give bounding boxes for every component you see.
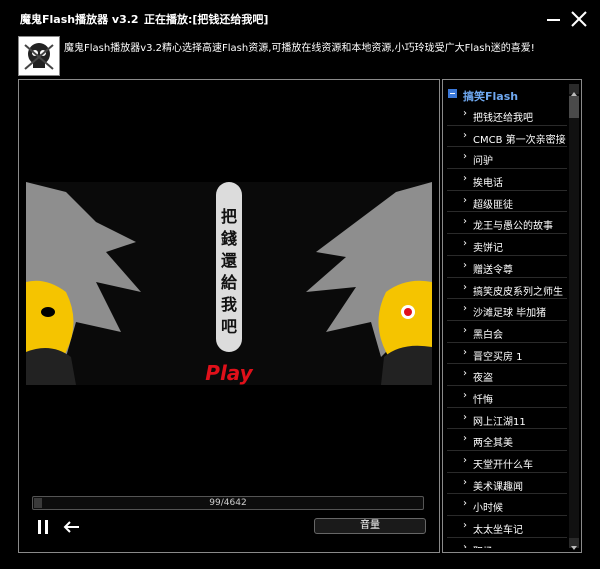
group-label: 搞笑Flash [463,90,519,103]
flash-stage: 把錢還給我吧 Play 99/4642 音量 [18,79,440,553]
flash-animation-frame: 把錢還給我吧 Play [26,182,432,385]
chevron-right-icon: › [463,238,467,250]
playlist-item[interactable]: › 挨电话 [447,169,567,191]
playlist-item[interactable]: › 沙滩足球 毕加猪 [447,299,567,321]
arrow-left-icon [63,521,79,533]
playlist-item[interactable]: › 把钱还给我吧 [447,104,567,126]
playlist-item-label: CMCB 第一次亲密接 [473,134,566,146]
chevron-right-icon: › [463,411,467,423]
playlist-item[interactable]: › 网上江湖11 [447,408,567,430]
playlist-item-label: 黑白会 [473,329,503,341]
playlist-item[interactable]: › 问驴 [447,147,567,170]
playlist-item-label: 忏悔 [473,394,493,406]
close-button[interactable] [570,10,588,28]
close-icon [571,11,587,27]
playlist-item[interactable]: › 职场rap [447,538,567,548]
playlist-item[interactable]: › 美术课趣闻 [447,473,567,495]
playlist: 搞笑Flash › 把钱还给我吧 › CMCB 第一次亲密接 › 问驴 › 挨电话 › 超级匪徒 ›… [447,84,567,548]
playlist-item[interactable]: › 夜盗 [447,364,567,386]
playlist-item[interactable]: › 忏悔 [447,386,567,408]
playlist-item-label: 天堂开什么车 [473,460,533,471]
playlist-item-label: 超级匪徒 [473,199,513,211]
playlist-item-label: 赠送令尊 [473,264,513,276]
chevron-right-icon: › [463,194,467,206]
playlist-item[interactable]: › 小时候 [447,494,567,517]
chevron-right-icon: › [463,476,467,488]
progress-bar[interactable]: 99/4642 [32,496,424,510]
volume-button[interactable]: 音量 [314,518,426,534]
playlist-item[interactable]: › 超级匪徒 [447,191,567,213]
playlist-item[interactable]: › 晋空买房 1 [447,343,567,365]
chevron-right-icon: › [463,368,467,380]
playlist-item[interactable]: › 太太坐车记 [447,516,567,538]
playlist-item-label: 美术课趣闻 [473,481,523,493]
chevron-right-icon: › [463,303,467,315]
minimize-button[interactable] [545,10,563,28]
playlist-item[interactable]: › 赠送令尊 [447,256,567,278]
playlist-panel: 搞笑Flash › 把钱还给我吧 › CMCB 第一次亲密接 › 问驴 › 挨电话 › 超级匪徒 ›… [442,79,582,553]
skull-logo-icon [18,36,60,76]
chevron-right-icon: › [463,108,467,119]
info-text: 魔鬼Flash播放器v3.2精心选择高速Flash资源,可播放在线资源和本地资源… [64,43,535,54]
playlist-item-label: 网上江湖11 [473,416,526,428]
playlist-item-label: 问驴 [473,156,493,168]
playlist-item-label: 太太坐车记 [473,525,523,537]
scroll-up-icon[interactable] [569,84,579,96]
playlist-item[interactable]: › 龙王与愚公的故事 [447,212,567,235]
control-panel: 99/4642 音量 [26,486,432,546]
playlist-item-label: 卖饼记 [473,243,503,255]
pause-button[interactable] [36,520,50,536]
playlist-item-label: 小时候 [473,503,503,515]
chevron-right-icon: › [463,498,467,510]
playlist-item-label: 龙王与愚公的故事 [473,221,553,233]
playlist-item[interactable]: › 天堂开什么车 [447,451,567,473]
playlist-item-label: 两全其美 [473,438,513,450]
chevron-right-icon: › [463,324,467,336]
pause-icon [38,520,41,534]
chevron-right-icon: › [463,216,467,228]
chevron-right-icon: › [463,151,467,163]
chevron-right-icon: › [463,281,467,293]
chevron-right-icon: › [463,389,467,401]
app-title: 魔鬼Flash播放器 v3.2 [20,13,139,26]
play-button-text[interactable]: Play [205,361,253,385]
playlist-item[interactable]: › 搞笑皮皮系列之师生 [447,278,567,300]
back-button[interactable] [62,519,82,533]
collapse-icon [448,89,457,98]
chevron-right-icon: › [463,173,467,185]
chevron-right-icon: › [463,346,467,358]
info-bar: 魔鬼Flash播放器v3.2精心选择高速Flash资源,可播放在线资源和本地资源… [18,34,582,76]
title-bar: 魔鬼Flash播放器 v3.2 正在播放:[把钱还给我吧] [0,0,600,34]
chevron-right-icon: › [463,455,467,466]
playlist-scrollbar[interactable] [569,84,579,550]
chevron-right-icon: › [463,433,467,445]
playlist-item[interactable]: › CMCB 第一次亲密接 [447,126,567,148]
left-character-beard [26,348,76,385]
playlist-item[interactable]: › 两全其美 [447,429,567,451]
scroll-down-icon[interactable] [569,538,579,550]
chevron-right-icon: › [463,129,467,141]
playlist-item-label: 职场rap [473,543,510,548]
minimize-icon [547,19,560,21]
chevron-right-icon: › [463,541,467,548]
chevron-right-icon: › [463,259,467,271]
left-character-eye [41,307,55,317]
playlist-item-label: 沙滩足球 毕加猪 [473,308,547,320]
playlist-group-header[interactable]: 搞笑Flash [447,84,567,104]
scroll-thumb[interactable] [569,96,579,118]
playlist-item-label: 挨电话 [473,178,503,190]
playlist-item-label: 把钱还给我吧 [473,113,533,124]
playlist-item[interactable]: › 黑白会 [447,321,567,343]
playlist-item-label: 夜盗 [473,373,493,385]
playlist-item-label: 晋空买房 1 [473,351,523,363]
chevron-right-icon: › [463,520,467,532]
progress-text: 99/4642 [209,498,247,508]
playlist-item-label: 搞笑皮皮系列之师生 [473,286,563,298]
now-playing-label: 正在播放:[把钱还给我吧] [144,13,269,26]
flash-scene[interactable]: 把錢還給我吧 Play [26,182,432,385]
playlist-item[interactable]: › 卖饼记 [447,234,567,256]
